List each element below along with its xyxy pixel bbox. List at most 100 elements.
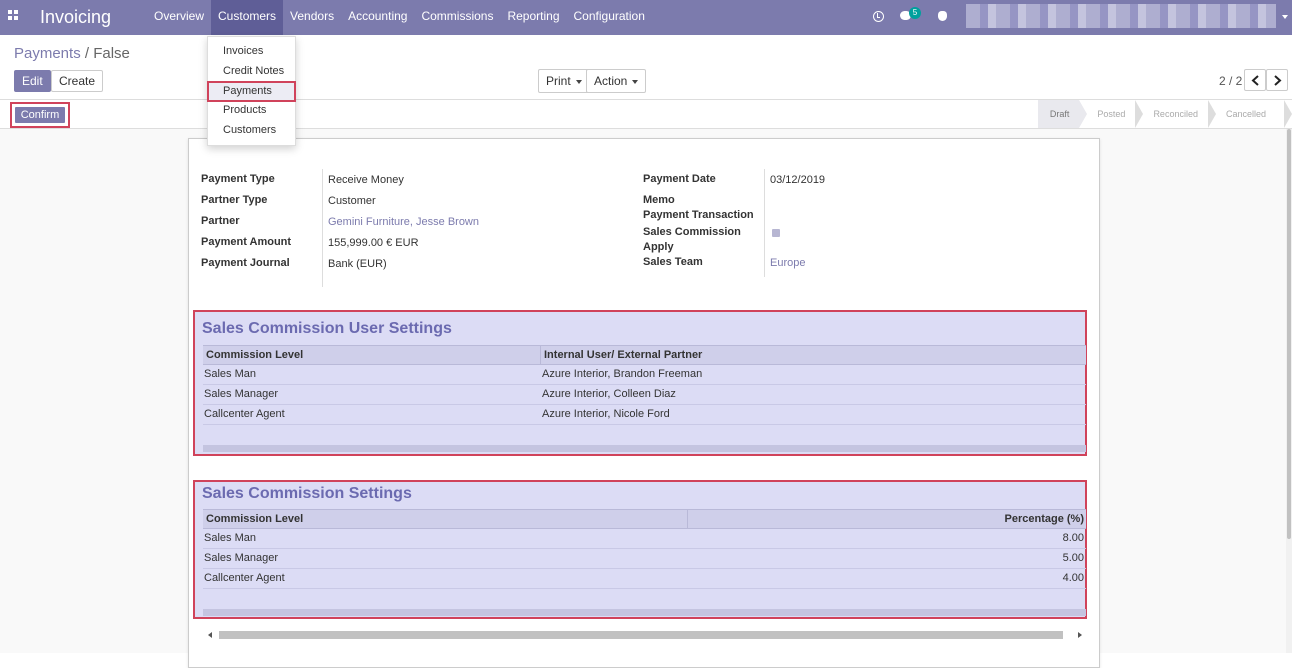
chat-count-badge: 5 bbox=[909, 7, 921, 19]
print-button[interactable]: Print bbox=[538, 69, 590, 93]
print-label: Print bbox=[546, 74, 571, 88]
table-footer bbox=[203, 609, 1086, 616]
breadcrumb-payments-link[interactable]: Payments bbox=[14, 45, 81, 62]
commission-settings-section: Sales Commission Settings Commission Lev… bbox=[193, 480, 1087, 619]
payment-type-label: Payment Type bbox=[201, 173, 275, 185]
cell-user: Azure Interior, Brandon Freeman bbox=[542, 368, 703, 380]
column-internal-user[interactable]: Internal User/ External Partner bbox=[541, 346, 1086, 364]
activity-clock-icon[interactable] bbox=[873, 11, 884, 22]
create-button[interactable]: Create bbox=[51, 70, 104, 92]
table-row[interactable]: Callcenter Agent 4.00 bbox=[203, 569, 1086, 589]
user-settings-section: Sales Commission User Settings Commissio… bbox=[193, 310, 1087, 456]
stage-posted[interactable]: Posted bbox=[1079, 100, 1144, 128]
confirm-highlight-box: Confirm bbox=[10, 102, 70, 128]
pager-next-button[interactable] bbox=[1266, 69, 1288, 91]
user-settings-table: Commission Level Internal User/ External… bbox=[203, 345, 1086, 452]
table-row[interactable]: Sales Manager Azure Interior, Colleen Di… bbox=[203, 385, 1086, 405]
sales-team-link[interactable]: Europe bbox=[770, 257, 805, 269]
dropdown-item-customers[interactable]: Customers bbox=[208, 121, 295, 141]
apps-grid-icon[interactable] bbox=[8, 10, 20, 22]
vertical-scrollbar[interactable] bbox=[1286, 129, 1292, 653]
column-percentage[interactable]: Percentage (%) bbox=[688, 510, 1086, 528]
partner-label: Partner bbox=[201, 215, 240, 227]
chevron-down-icon bbox=[632, 79, 639, 84]
commission-settings-table: Commission Level Percentage (%) Sales Ma… bbox=[203, 509, 1086, 616]
action-button[interactable]: Action bbox=[586, 69, 647, 93]
dropdown-item-products[interactable]: Products bbox=[208, 101, 295, 121]
status-stages: Draft Posted Reconciled Cancelled bbox=[1037, 100, 1292, 128]
column-commission-level[interactable]: Commission Level bbox=[203, 346, 541, 364]
status-bar: Confirm Draft Posted Reconciled Cancelle… bbox=[0, 100, 1292, 129]
user-settings-title: Sales Commission User Settings bbox=[202, 320, 452, 337]
cell-percentage: 8.00 bbox=[1062, 532, 1084, 544]
scrollbar-thumb[interactable] bbox=[219, 631, 1063, 639]
pager-value[interactable]: 2 / 2 bbox=[1219, 71, 1242, 91]
column-commission-level[interactable]: Commission Level bbox=[203, 510, 688, 528]
payment-date-label: Payment Date bbox=[643, 173, 716, 185]
stage-cancelled[interactable]: Cancelled bbox=[1207, 100, 1292, 128]
partner-type-value: Customer bbox=[328, 195, 376, 207]
dropdown-item-payments[interactable]: Payments bbox=[207, 80, 296, 103]
stage-draft[interactable]: Draft bbox=[1037, 100, 1087, 128]
sales-team-label: Sales Team bbox=[643, 256, 703, 268]
top-navbar: Invoicing Overview Customers Vendors Acc… bbox=[0, 0, 1292, 35]
dropdown-item-credit-notes[interactable]: Credit Notes bbox=[208, 62, 295, 82]
payment-transaction-label: Payment Transaction bbox=[643, 209, 754, 221]
payment-amount-label: Payment Amount bbox=[201, 236, 292, 248]
sales-commission-apply-label: Sales Commission Apply bbox=[643, 226, 741, 253]
scroll-left-icon[interactable] bbox=[208, 632, 212, 638]
table-footer bbox=[203, 445, 1086, 452]
main-menu: Overview Customers Vendors Accounting Co… bbox=[147, 0, 652, 35]
user-menu-caret-icon[interactable] bbox=[1282, 15, 1288, 19]
table-row[interactable]: Callcenter Agent Azure Interior, Nicole … bbox=[203, 405, 1086, 425]
cell-user: Azure Interior, Nicole Ford bbox=[542, 408, 670, 420]
table-row[interactable]: Sales Man 8.00 bbox=[203, 529, 1086, 549]
user-menu-blurred[interactable] bbox=[966, 4, 1276, 28]
chevron-right-icon bbox=[1274, 75, 1282, 86]
pager-previous-button[interactable] bbox=[1244, 69, 1266, 91]
breadcrumb-separator: / bbox=[84, 45, 90, 62]
scrollbar-thumb[interactable] bbox=[1287, 129, 1291, 539]
left-group-divider bbox=[322, 169, 323, 287]
cell-level: Sales Manager bbox=[204, 388, 278, 400]
menu-commissions[interactable]: Commissions bbox=[414, 0, 500, 35]
stage-reconciled[interactable]: Reconciled bbox=[1135, 100, 1216, 128]
menu-reporting[interactable]: Reporting bbox=[500, 0, 566, 35]
payment-type-value: Receive Money bbox=[328, 174, 404, 186]
table-row[interactable]: Sales Manager 5.00 bbox=[203, 549, 1086, 569]
scroll-right-icon[interactable] bbox=[1078, 632, 1082, 638]
table-row[interactable]: Sales Man Azure Interior, Brandon Freema… bbox=[203, 365, 1086, 385]
cell-percentage: 4.00 bbox=[1062, 572, 1084, 584]
action-label: Action bbox=[594, 74, 628, 88]
cell-level: Sales Man bbox=[204, 368, 256, 380]
debug-bug-icon[interactable] bbox=[938, 11, 947, 21]
dropdown-item-invoices[interactable]: Invoices bbox=[208, 42, 295, 62]
cell-level: Callcenter Agent bbox=[204, 572, 285, 584]
cell-level: Callcenter Agent bbox=[204, 408, 285, 420]
memo-label: Memo bbox=[643, 194, 675, 206]
horizontal-scrollbar[interactable] bbox=[205, 629, 1085, 641]
cell-percentage: 5.00 bbox=[1062, 552, 1084, 564]
cell-user: Azure Interior, Colleen Diaz bbox=[542, 388, 676, 400]
chevron-down-icon bbox=[575, 79, 582, 84]
app-title[interactable]: Invoicing bbox=[40, 7, 111, 28]
breadcrumb: Payments / False bbox=[14, 45, 130, 62]
right-group-divider bbox=[764, 169, 765, 277]
menu-overview[interactable]: Overview bbox=[147, 0, 211, 35]
partner-link[interactable]: Gemini Furniture, Jesse Brown bbox=[328, 216, 479, 228]
sales-commission-apply-checkbox[interactable] bbox=[772, 229, 780, 237]
menu-vendors[interactable]: Vendors bbox=[283, 0, 341, 35]
cell-level: Sales Man bbox=[204, 532, 256, 544]
menu-accounting[interactable]: Accounting bbox=[341, 0, 414, 35]
customers-dropdown-menu: Invoices Credit Notes Payments Products … bbox=[207, 36, 296, 146]
menu-customers[interactable]: Customers bbox=[211, 0, 284, 35]
partner-type-label: Partner Type bbox=[201, 194, 268, 206]
edit-button[interactable]: Edit bbox=[14, 70, 51, 92]
payment-date-value: 03/12/2019 bbox=[770, 174, 826, 186]
confirm-button[interactable]: Confirm bbox=[15, 107, 65, 123]
form-sheet: Payment Type Receive Money Partner Type … bbox=[188, 138, 1100, 668]
payment-amount-value: 155,999.00 € EUR bbox=[328, 237, 419, 249]
cell-level: Sales Manager bbox=[204, 552, 278, 564]
menu-configuration[interactable]: Configuration bbox=[567, 0, 652, 35]
payment-journal-label: Payment Journal bbox=[201, 257, 290, 269]
